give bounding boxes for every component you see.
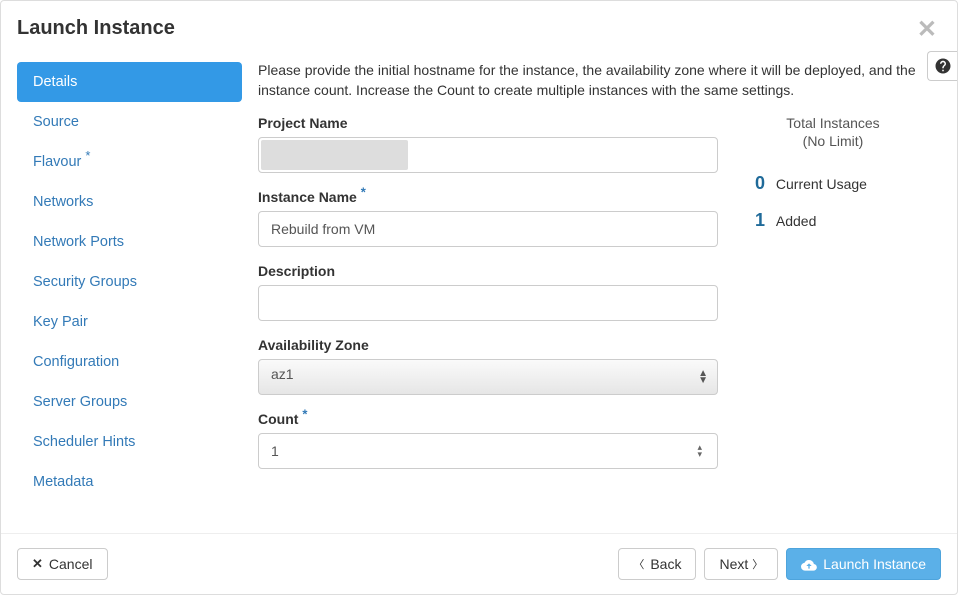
wizard-sidebar: Details Source Flavour * Networks Networ… bbox=[17, 50, 242, 533]
availability-zone-select[interactable]: az1 bbox=[258, 359, 718, 395]
dialog-body: Details Source Flavour * Networks Networ… bbox=[1, 50, 957, 533]
current-usage-stat: 0 Current Usage bbox=[748, 173, 918, 194]
sidebar-item-source[interactable]: Source bbox=[17, 102, 242, 142]
added-number: 1 bbox=[752, 210, 768, 231]
cancel-button[interactable]: ✕ Cancel bbox=[17, 548, 108, 580]
form-content: Please provide the initial hostname for … bbox=[242, 50, 941, 533]
sidebar-item-label: Configuration bbox=[33, 354, 119, 370]
sidebar-item-scheduler-hints[interactable]: Scheduler Hints bbox=[17, 422, 242, 462]
sidebar-item-label: Scheduler Hints bbox=[33, 434, 135, 450]
launch-label: Launch Instance bbox=[823, 556, 926, 572]
sidebar-item-details[interactable]: Details bbox=[17, 62, 242, 102]
summary-title: Total Instances bbox=[748, 115, 918, 131]
next-label: Next bbox=[719, 556, 748, 572]
instance-name-label: Instance Name * bbox=[258, 189, 718, 205]
disabled-fill bbox=[261, 140, 408, 170]
description-label: Description bbox=[258, 263, 718, 279]
sidebar-item-label: Flavour bbox=[33, 154, 81, 170]
sidebar-item-label: Security Groups bbox=[33, 274, 137, 290]
sidebar-item-security-groups[interactable]: Security Groups bbox=[17, 262, 242, 302]
launch-instance-dialog: Launch Instance ✕ Details Source Flavour… bbox=[0, 0, 958, 595]
instance-name-field[interactable] bbox=[258, 211, 718, 247]
description-group: Description bbox=[258, 263, 718, 321]
cancel-label: Cancel bbox=[49, 556, 93, 572]
sidebar-item-flavour[interactable]: Flavour * bbox=[17, 142, 242, 182]
close-icon[interactable]: ✕ bbox=[917, 18, 937, 42]
summary-subtitle: (No Limit) bbox=[748, 133, 918, 149]
sidebar-item-label: Key Pair bbox=[33, 314, 88, 330]
count-stepper[interactable] bbox=[258, 433, 718, 469]
added-stat: 1 Added bbox=[748, 210, 918, 231]
sidebar-item-label: Server Groups bbox=[33, 394, 127, 410]
availability-zone-label: Availability Zone bbox=[258, 337, 718, 353]
chevron-left-icon: 〈 bbox=[633, 556, 644, 572]
intro-text: Please provide the initial hostname for … bbox=[258, 60, 925, 101]
form-column: Project Name Instance Name * Description bbox=[258, 115, 718, 485]
dialog-header: Launch Instance ✕ bbox=[1, 1, 957, 50]
dialog-title: Launch Instance bbox=[17, 17, 941, 40]
project-name-field bbox=[258, 137, 718, 173]
x-icon: ✕ bbox=[32, 556, 43, 572]
sidebar-item-label: Source bbox=[33, 114, 79, 130]
back-button[interactable]: 〈 Back bbox=[618, 548, 696, 580]
instance-name-group: Instance Name * bbox=[258, 189, 718, 247]
chevron-right-icon: 〉 bbox=[752, 556, 763, 572]
sidebar-item-label: Details bbox=[33, 74, 77, 90]
sidebar-item-key-pair[interactable]: Key Pair bbox=[17, 302, 242, 342]
sidebar-item-label: Metadata bbox=[33, 474, 93, 490]
sidebar-item-label: Network Ports bbox=[33, 234, 124, 250]
project-name-group: Project Name bbox=[258, 115, 718, 173]
sidebar-item-server-groups[interactable]: Server Groups bbox=[17, 382, 242, 422]
back-label: Back bbox=[650, 556, 681, 572]
dialog-footer: ✕ Cancel 〈 Back Next 〉 Launch Instance bbox=[1, 533, 957, 594]
current-usage-label: Current Usage bbox=[776, 176, 867, 192]
required-star-icon: * bbox=[85, 148, 90, 163]
sidebar-item-networks[interactable]: Networks bbox=[17, 182, 242, 222]
required-star-icon: * bbox=[361, 184, 366, 199]
launch-instance-button[interactable]: Launch Instance bbox=[786, 548, 941, 580]
sidebar-item-label: Networks bbox=[33, 194, 93, 210]
availability-zone-group: Availability Zone az1 ▲▼ bbox=[258, 337, 718, 395]
count-label: Count * bbox=[258, 411, 718, 427]
cloud-upload-icon bbox=[801, 557, 817, 571]
help-icon bbox=[934, 57, 952, 75]
summary-column: Total Instances (No Limit) 0 Current Usa… bbox=[718, 115, 918, 485]
project-name-label: Project Name bbox=[258, 115, 718, 131]
required-star-icon: * bbox=[302, 406, 307, 421]
sidebar-item-network-ports[interactable]: Network Ports bbox=[17, 222, 242, 262]
sidebar-item-configuration[interactable]: Configuration bbox=[17, 342, 242, 382]
description-field[interactable] bbox=[258, 285, 718, 321]
sidebar-item-metadata[interactable]: Metadata bbox=[17, 462, 242, 502]
added-label: Added bbox=[776, 213, 816, 229]
count-group: Count * ▴▾ bbox=[258, 411, 718, 469]
help-button[interactable] bbox=[927, 51, 957, 81]
next-button[interactable]: Next 〉 bbox=[704, 548, 778, 580]
current-usage-number: 0 bbox=[752, 173, 768, 194]
